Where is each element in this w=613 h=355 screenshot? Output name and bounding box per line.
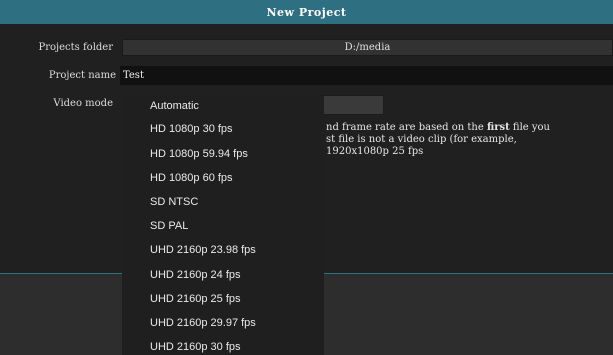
- dialog-title: New Project: [266, 5, 347, 19]
- option-uhd-2160p-24[interactable]: UHD 2160p 24 fps: [150, 269, 241, 281]
- video-mode-description: nd frame rate are based on the first fil…: [326, 122, 550, 157]
- dialog-title-bar: New Project: [0, 0, 613, 24]
- projects-folder-button[interactable]: D:/media: [122, 39, 613, 56]
- option-uhd-2160p-2398[interactable]: UHD 2160p 23.98 fps: [150, 244, 256, 256]
- option-hd-1080p-5994[interactable]: HD 1080p 59.94 fps: [150, 148, 248, 160]
- option-uhd-2160p-25[interactable]: UHD 2160p 25 fps: [150, 293, 241, 305]
- option-uhd-2160p-2997[interactable]: UHD 2160p 29.97 fps: [150, 317, 256, 329]
- option-hd-1080p-30[interactable]: HD 1080p 30 fps: [150, 123, 233, 135]
- option-sd-pal[interactable]: SD PAL: [150, 220, 188, 232]
- option-automatic[interactable]: Automatic: [150, 100, 199, 112]
- video-mode-label: Video mode: [53, 98, 113, 109]
- project-name-label: Project name: [48, 70, 116, 81]
- projects-folder-label: Projects folder: [38, 42, 114, 53]
- video-mode-combobox[interactable]: [320, 95, 384, 115]
- option-uhd-2160p-30[interactable]: UHD 2160p 30 fps: [150, 341, 241, 353]
- video-mode-dropdown: Automatic HD 1080p 30 fps HD 1080p 59.94…: [122, 96, 324, 355]
- project-name-input[interactable]: Test: [120, 66, 613, 85]
- option-sd-ntsc[interactable]: SD NTSC: [150, 196, 198, 208]
- option-hd-1080p-60[interactable]: HD 1080p 60 fps: [150, 172, 233, 184]
